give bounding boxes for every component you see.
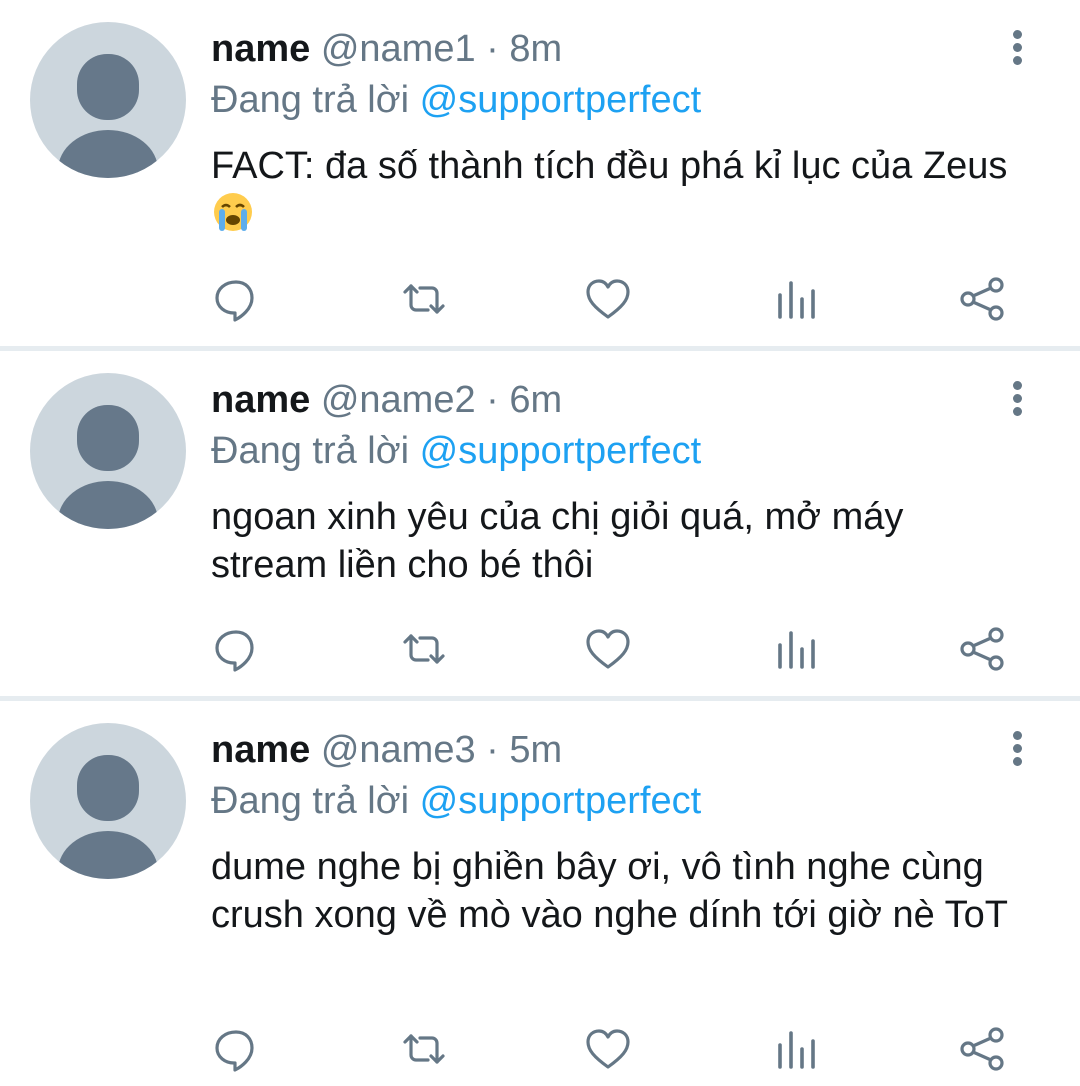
tweet[interactable]: name @name2 · 6m Đang trả lời @supportpe… bbox=[0, 351, 1080, 696]
retweet-button[interactable] bbox=[400, 275, 448, 323]
display-name[interactable]: name bbox=[211, 379, 310, 421]
separator: · bbox=[486, 28, 499, 70]
tweet[interactable]: name @name3 · 5m Đang trả lời @supportpe… bbox=[0, 701, 1080, 1086]
analytics-icon bbox=[778, 1031, 815, 1069]
reply-prefix: Đang trả lời bbox=[211, 780, 410, 822]
more-vertical-icon[interactable] bbox=[1004, 381, 1030, 421]
default-avatar-icon bbox=[77, 755, 139, 821]
tweet-actions bbox=[0, 275, 1080, 323]
analytics-button[interactable] bbox=[772, 625, 820, 673]
mention-link[interactable]: @supportperfect bbox=[420, 430, 702, 472]
more-vertical-icon[interactable] bbox=[1004, 30, 1030, 70]
heart-icon bbox=[586, 279, 630, 319]
default-avatar-icon bbox=[77, 405, 139, 471]
avatar[interactable] bbox=[30, 373, 186, 529]
replying-to: Đang trả lời @supportperfect bbox=[211, 428, 701, 474]
like-button[interactable] bbox=[584, 275, 632, 323]
default-avatar-icon bbox=[77, 54, 139, 120]
timestamp[interactable]: 5m bbox=[509, 729, 562, 771]
tweet-text-body: ngoan xinh yêu của chị giỏi quá, mở máy … bbox=[211, 496, 904, 586]
like-button[interactable] bbox=[584, 625, 632, 673]
tweet-text-body: dume nghe bị ghiền bây ơi, vô tình nghe … bbox=[211, 846, 1008, 936]
analytics-button[interactable] bbox=[772, 275, 820, 323]
more-vertical-icon[interactable] bbox=[1004, 731, 1030, 771]
retweet-button[interactable] bbox=[400, 1025, 448, 1073]
reply-button[interactable] bbox=[212, 625, 260, 673]
display-name[interactable]: name bbox=[211, 28, 310, 70]
heart-icon bbox=[586, 1029, 630, 1069]
heart-icon bbox=[586, 629, 630, 669]
share-icon bbox=[960, 627, 1004, 671]
analytics-icon bbox=[778, 281, 815, 319]
reply-icon bbox=[215, 1030, 254, 1072]
avatar[interactable] bbox=[30, 22, 186, 178]
tweet-text: ngoan xinh yêu của chị giỏi quá, mở máy … bbox=[211, 493, 1011, 589]
separator: · bbox=[486, 729, 499, 771]
timestamp[interactable]: 6m bbox=[509, 379, 562, 421]
replying-to: Đang trả lời @supportperfect bbox=[211, 778, 701, 824]
mention-link[interactable]: @supportperfect bbox=[420, 79, 702, 121]
reply-button[interactable] bbox=[212, 1025, 260, 1073]
tweet[interactable]: name @name1 · 8m Đang trả lời @supportpe… bbox=[0, 0, 1080, 346]
tweet-actions bbox=[0, 625, 1080, 673]
analytics-button[interactable] bbox=[772, 1025, 820, 1073]
share-icon bbox=[960, 1027, 1004, 1071]
timestamp[interactable]: 8m bbox=[509, 28, 562, 70]
reply-prefix: Đang trả lời bbox=[211, 79, 410, 121]
crying-face-emoji bbox=[211, 190, 255, 234]
user-handle[interactable]: @name2 bbox=[321, 379, 476, 421]
reply-prefix: Đang trả lời bbox=[211, 430, 410, 472]
user-handle[interactable]: @name1 bbox=[321, 28, 476, 70]
share-icon bbox=[960, 277, 1004, 321]
share-button[interactable] bbox=[958, 275, 1006, 323]
tweet-header: name @name1 · 8m bbox=[211, 26, 562, 72]
tweet-actions bbox=[0, 1025, 1080, 1073]
retweet-icon bbox=[403, 284, 445, 314]
tweet-header: name @name3 · 5m bbox=[211, 727, 562, 773]
display-name[interactable]: name bbox=[211, 729, 310, 771]
user-handle[interactable]: @name3 bbox=[321, 729, 476, 771]
mention-link[interactable]: @supportperfect bbox=[420, 780, 702, 822]
tweet-text: FACT: đa số thành tích đều phá kỉ lục củ… bbox=[211, 142, 1011, 240]
tweet-feed: name @name1 · 8m Đang trả lời @supportpe… bbox=[0, 0, 1080, 1086]
share-button[interactable] bbox=[958, 1025, 1006, 1073]
retweet-button[interactable] bbox=[400, 625, 448, 673]
tweet-text: dume nghe bị ghiền bây ơi, vô tình nghe … bbox=[211, 843, 1011, 939]
reply-icon bbox=[215, 280, 254, 322]
replying-to: Đang trả lời @supportperfect bbox=[211, 77, 701, 123]
reply-button[interactable] bbox=[212, 275, 260, 323]
avatar[interactable] bbox=[30, 723, 186, 879]
tweet-text-body: FACT: đa số thành tích đều phá kỉ lục củ… bbox=[211, 145, 1008, 187]
like-button[interactable] bbox=[584, 1025, 632, 1073]
share-button[interactable] bbox=[958, 625, 1006, 673]
analytics-icon bbox=[778, 631, 815, 669]
retweet-icon bbox=[403, 634, 445, 664]
reply-icon bbox=[215, 630, 254, 672]
tweet-header: name @name2 · 6m bbox=[211, 377, 562, 423]
separator: · bbox=[486, 379, 499, 421]
retweet-icon bbox=[403, 1034, 445, 1064]
